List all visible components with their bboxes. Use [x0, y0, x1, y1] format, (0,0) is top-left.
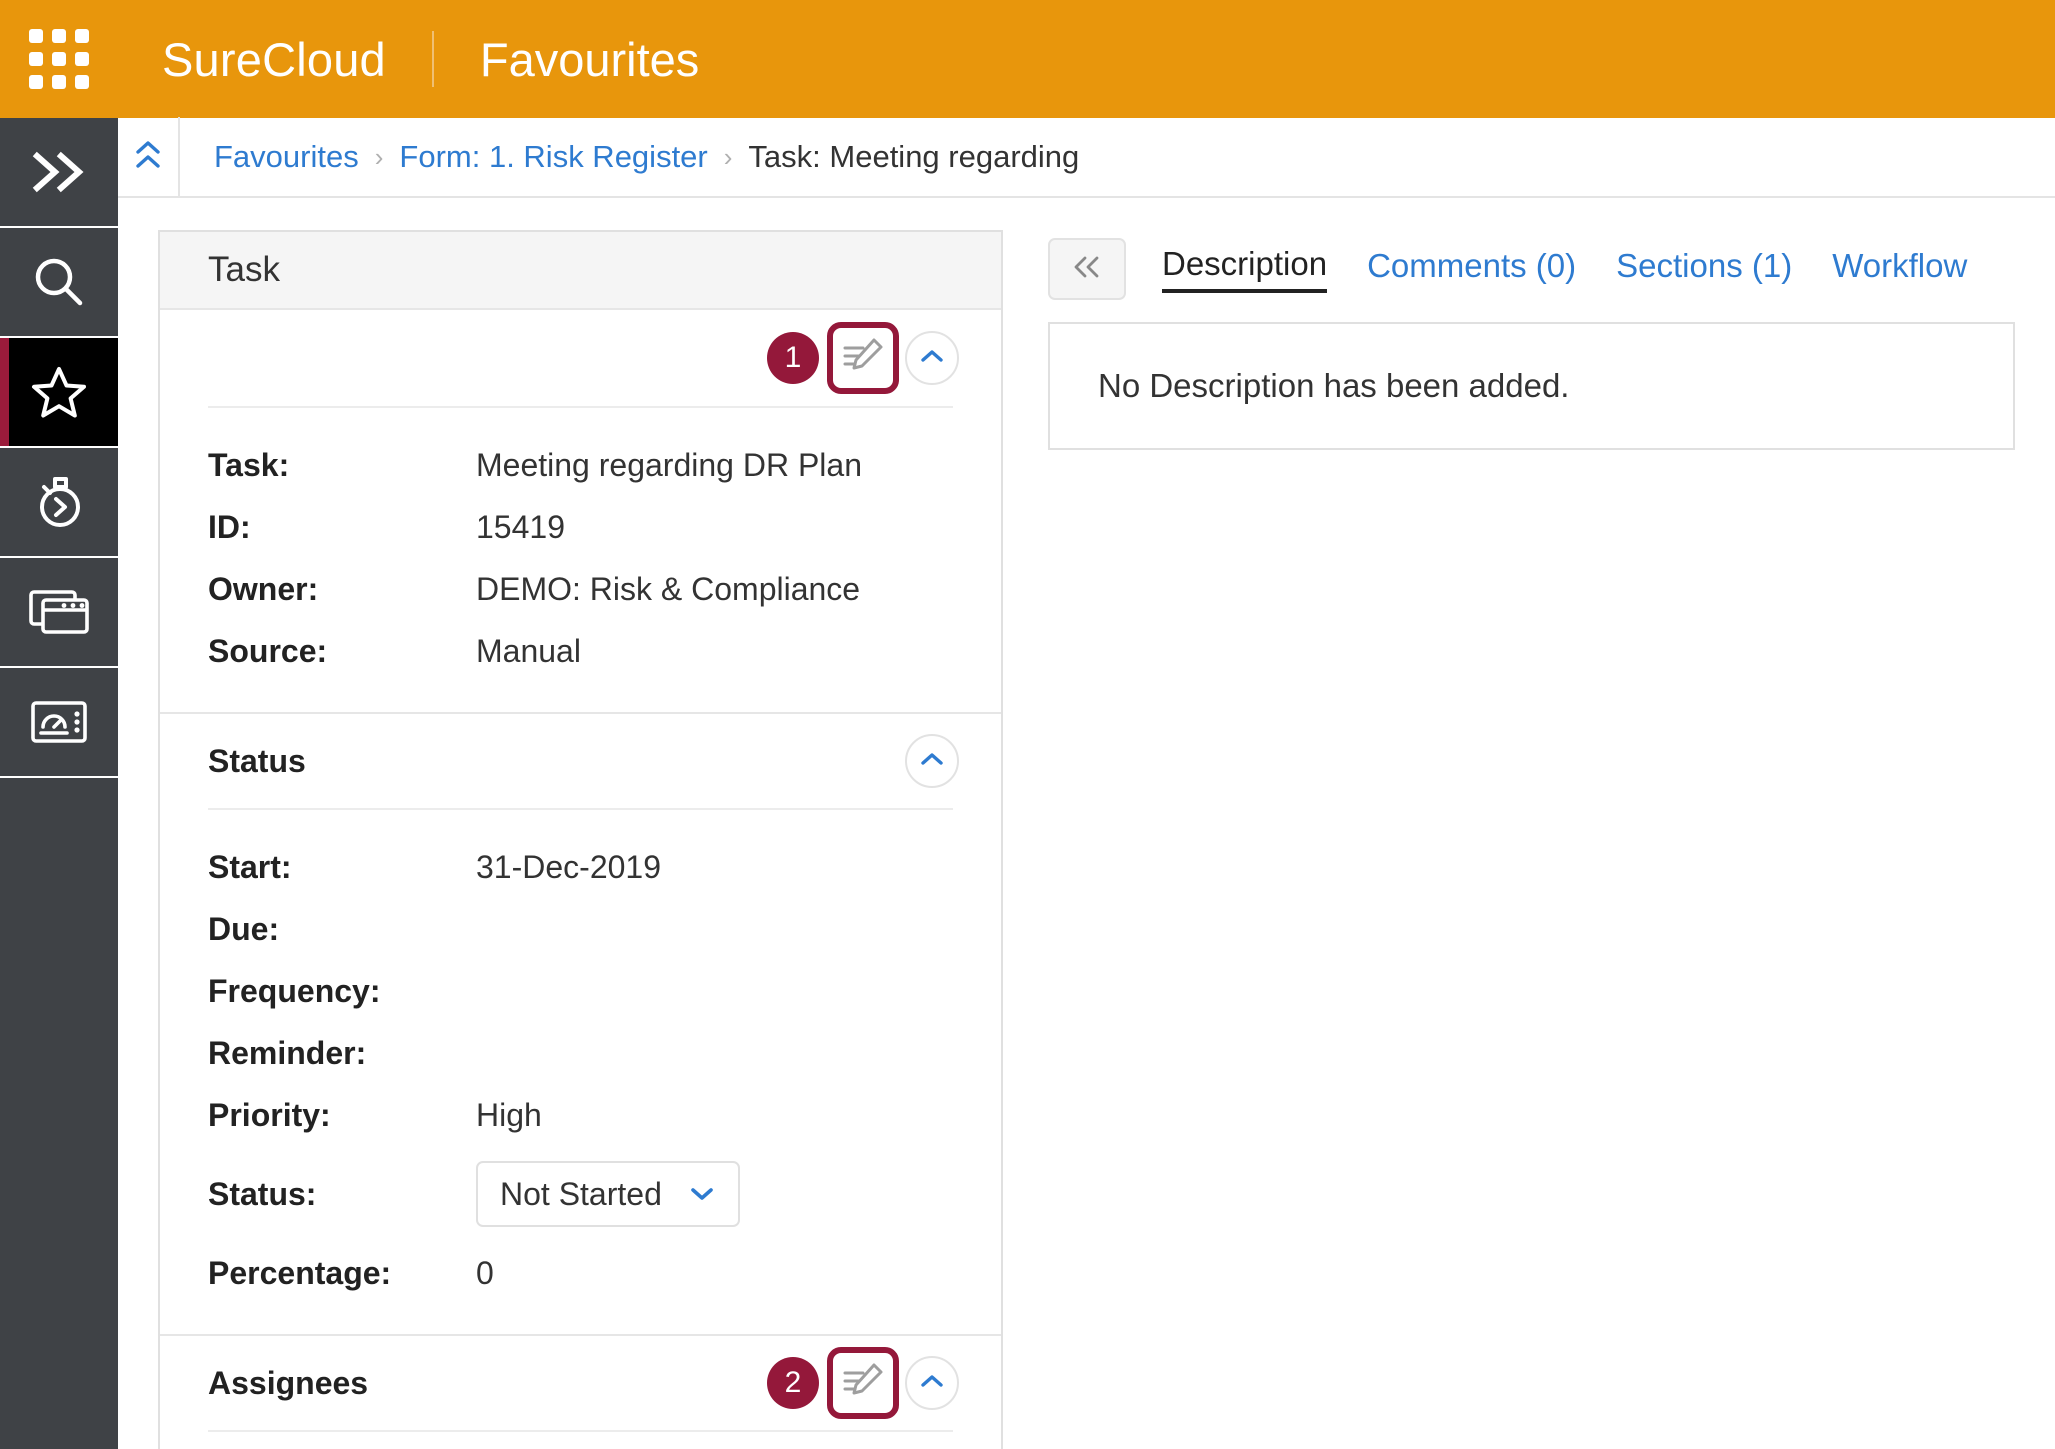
assignees-list: DEMO: Risk & Compliance — [160, 1432, 1001, 1449]
edit-task-details-button[interactable] — [827, 322, 899, 394]
field-row-id: ID: 15419 — [208, 496, 953, 558]
assignees-section-tools: 2 — [767, 1347, 959, 1419]
breadcrumb-separator: › — [374, 141, 384, 172]
star-icon — [31, 365, 87, 419]
dashboard-icon — [30, 699, 88, 745]
app-root: SureCloud Favourites Favourites › Form: … — [0, 0, 2055, 1449]
field-label-due: Due: — [208, 911, 280, 947]
right-panel: Description Comments (0) Sections (1) Wo… — [1048, 230, 2015, 450]
edit-assignees-button[interactable] — [827, 1347, 899, 1419]
edit-pencil-icon — [841, 336, 885, 381]
field-label-status: Status: — [208, 1176, 317, 1212]
collapse-panel-button[interactable] — [1048, 238, 1126, 300]
left-sidebar — [0, 118, 118, 1449]
field-row-percentage: Percentage: 0 — [208, 1242, 953, 1304]
sidebar-item-search[interactable] — [0, 228, 118, 338]
breadcrumb-item-favourites[interactable]: Favourites — [214, 139, 359, 175]
field-value-task: Meeting regarding DR Plan — [476, 447, 862, 483]
description-panel: No Description has been added. — [1048, 322, 2015, 450]
assignees-section-label: Assignees — [208, 1364, 369, 1401]
status-section-header: Status — [160, 712, 1001, 808]
field-row-owner: Owner: DEMO: Risk & Compliance — [208, 558, 953, 620]
double-chevron-left-icon — [1070, 254, 1104, 285]
brand-title: SureCloud — [162, 32, 386, 86]
sidebar-item-forms[interactable] — [0, 558, 118, 668]
search-icon — [32, 255, 86, 309]
sidebar-item-recent[interactable] — [0, 448, 118, 558]
collapse-status-button[interactable] — [905, 734, 959, 788]
cards-icon — [28, 588, 90, 636]
tab-comments[interactable]: Comments (0) — [1367, 247, 1576, 291]
field-row-due: Due: — [208, 898, 953, 960]
field-row-status: Status: Not Started — [208, 1146, 953, 1242]
field-value-start: 31-Dec-2019 — [476, 849, 661, 885]
tab-description[interactable]: Description — [1162, 245, 1328, 293]
task-card: Task 1 Task: Meeting regarding DR Plan I… — [158, 230, 1003, 1449]
field-label-percentage: Percentage: — [208, 1255, 392, 1291]
page-title: Favourites — [479, 32, 700, 86]
field-row-start: Start: 31-Dec-2019 — [208, 836, 953, 898]
sidebar-item-expand-menu[interactable] — [0, 118, 118, 228]
collapse-task-details-button[interactable] — [905, 331, 959, 385]
chevron-up-icon — [919, 1372, 945, 1395]
tab-workflow[interactable]: Workflow — [1832, 247, 1967, 291]
field-row-source: Source: Manual — [208, 620, 953, 682]
field-value-percentage: 0 — [476, 1255, 494, 1291]
field-label-owner: Owner: — [208, 571, 319, 607]
field-label-source: Source: — [208, 633, 328, 669]
task-card-title: Task — [208, 250, 280, 289]
field-row-priority: Priority: High — [208, 1084, 953, 1146]
edit-pencil-icon — [841, 1361, 885, 1406]
field-label-reminder: Reminder: — [208, 1035, 367, 1071]
task-details-section-header: 1 — [160, 310, 1001, 406]
assignees-section-header: Assignees 2 — [160, 1334, 1001, 1430]
tab-sections[interactable]: Sections (1) — [1616, 247, 1792, 291]
apps-grid-glyph — [29, 29, 89, 89]
field-value-owner: DEMO: Risk & Compliance — [476, 571, 861, 607]
breadcrumb-collapse-button[interactable] — [118, 117, 180, 197]
sidebar-item-dashboard[interactable] — [0, 668, 118, 778]
chevron-up-icon — [133, 138, 163, 177]
status-section-tools — [905, 734, 959, 788]
field-label-start: Start: — [208, 849, 292, 885]
content-area: Task 1 Task: Meeting regarding DR Plan I… — [118, 200, 2055, 1449]
stopwatch-icon — [31, 474, 87, 530]
tab-bar: Description Comments (0) Sections (1) Wo… — [1048, 230, 2015, 308]
field-row-task: Task: Meeting regarding DR Plan — [208, 434, 953, 496]
breadcrumb-item-form[interactable]: Form: 1. Risk Register — [399, 139, 707, 175]
breadcrumb-item-current: Task: Meeting regarding — [748, 139, 1080, 174]
task-details-tools: 1 — [767, 322, 959, 394]
status-section-label: Status — [208, 742, 306, 779]
brand-divider — [431, 31, 434, 87]
breadcrumb-bar: Favourites › Form: 1. Risk Register › Ta… — [118, 117, 2055, 198]
collapse-assignees-button[interactable] — [905, 1356, 959, 1410]
field-value-priority: High — [476, 1097, 542, 1133]
callout-badge-2: 2 — [767, 1357, 819, 1409]
field-label-task: Task: — [208, 447, 290, 483]
status-select[interactable]: Not Started — [476, 1161, 740, 1227]
breadcrumb: Favourites › Form: 1. Risk Register › Ta… — [180, 139, 1079, 175]
callout-badge-1: 1 — [767, 332, 819, 384]
double-chevron-right-icon — [31, 150, 87, 194]
field-label-id: ID: — [208, 509, 251, 545]
description-empty-text: No Description has been added. — [1098, 367, 1570, 404]
chevron-up-icon — [919, 750, 945, 773]
status-select-value: Not Started — [500, 1175, 662, 1212]
chevron-up-icon — [919, 347, 945, 370]
sidebar-item-favourites[interactable] — [0, 338, 118, 448]
apps-grid-icon[interactable] — [0, 0, 118, 118]
field-label-priority: Priority: — [208, 1097, 331, 1133]
field-value-source: Manual — [476, 633, 581, 669]
task-details-fields: Task: Meeting regarding DR Plan ID: 1541… — [160, 408, 1001, 712]
brand-area: SureCloud Favourites — [118, 0, 699, 118]
status-fields: Start: 31-Dec-2019 Due: Frequency: Remin… — [160, 810, 1001, 1334]
breadcrumb-separator: › — [723, 141, 733, 172]
chevron-down-icon — [688, 1185, 716, 1203]
field-value-id: 15419 — [476, 509, 565, 545]
field-row-reminder: Reminder: — [208, 1022, 953, 1084]
field-row-frequency: Frequency: — [208, 960, 953, 1022]
field-label-frequency: Frequency: — [208, 973, 381, 1009]
top-bar: SureCloud Favourites — [0, 0, 2055, 118]
task-card-header: Task — [160, 232, 1001, 310]
